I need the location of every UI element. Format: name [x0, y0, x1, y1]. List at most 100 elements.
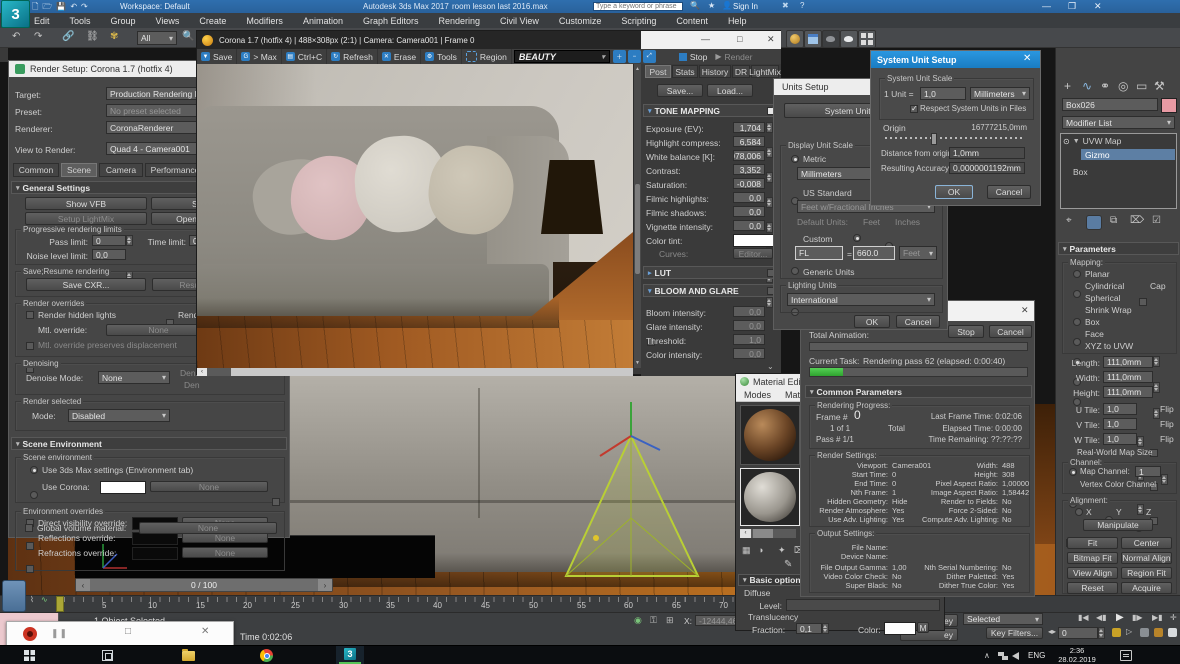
progress-cancel-button[interactable]: Cancel — [989, 325, 1032, 338]
key-mode-icon[interactable] — [1112, 628, 1121, 637]
level-field[interactable] — [786, 599, 940, 611]
menu-create[interactable]: Create — [189, 16, 236, 26]
object-color-swatch[interactable] — [1161, 98, 1177, 113]
bloom-intensity-field[interactable]: 0,0 — [733, 306, 765, 317]
vfb-close-button[interactable]: ✕ — [767, 34, 775, 45]
eyedropper-icon[interactable]: ✎ — [784, 560, 792, 570]
frame-spinner[interactable] — [1098, 627, 1105, 639]
menu-modes[interactable]: Modes — [744, 390, 771, 400]
rendered-frame-window-icon[interactable] — [804, 30, 822, 48]
mtl-override-checkbox[interactable] — [26, 342, 34, 350]
modify-tab-icon[interactable]: ∿ — [1082, 80, 1092, 92]
search-icon[interactable]: 🔍 — [690, 1, 700, 10]
v-tile-field[interactable]: 1,0 — [1103, 418, 1137, 430]
vfb-stop-button[interactable]: Stop — [674, 49, 712, 64]
map-channel-field[interactable]: 1 — [1135, 466, 1161, 477]
visibility-eye-icon[interactable]: ⊙ — [1063, 137, 1070, 146]
u-tile-field[interactable]: 1,0 — [1103, 403, 1137, 415]
play-icon[interactable]: ▶ — [1116, 613, 1124, 623]
system-unit-setup-dialog[interactable]: System Unit Setup ✕ System Unit Scale 1 … — [870, 50, 1041, 206]
custom-name-field[interactable]: FL — [795, 246, 843, 260]
menu-help[interactable]: Help — [718, 16, 757, 26]
close-button[interactable]: ✕ — [1094, 1, 1102, 12]
prev-frame-icon[interactable]: ◀▮ — [1096, 614, 1107, 622]
record-icon[interactable] — [23, 627, 37, 641]
height-spinner[interactable] — [1153, 408, 1160, 419]
menu-civil-view[interactable]: Civil View — [490, 16, 549, 26]
vfb-save-button[interactable]: ▼ Save — [197, 49, 238, 64]
menu-animation[interactable]: Animation — [293, 16, 353, 26]
saturation-field[interactable]: -0,008 — [733, 178, 765, 189]
system-unit-cancel-button[interactable]: Cancel — [987, 185, 1031, 199]
lut-rollout[interactable]: ▸ LUT — [643, 266, 779, 279]
menu-group[interactable]: Group — [101, 16, 146, 26]
undo-icon[interactable]: ↶ — [12, 32, 20, 42]
menu-views[interactable]: Views — [146, 16, 190, 26]
stack-item-uvw-map[interactable]: ⊙ ▼ UVW Map — [1063, 136, 1121, 146]
expand-arrow-icon[interactable]: ▼ — [1073, 138, 1080, 145]
exchange-icon[interactable]: ✖ — [782, 1, 789, 10]
screen-recorder-window[interactable]: ❚❚ □ ✕ — [6, 621, 234, 647]
refractions-swatch[interactable] — [132, 547, 178, 560]
spherical-radio[interactable] — [1073, 318, 1081, 326]
coordinate-grid-icon[interactable]: ⊞ — [666, 615, 674, 626]
menu-rendering[interactable]: Rendering — [429, 16, 491, 26]
width-field[interactable]: 111,0mm — [1103, 371, 1153, 383]
reflections-checkbox[interactable] — [26, 542, 34, 550]
bloom-glare-rollout[interactable]: ▾ BLOOM AND GLARE — [643, 284, 779, 297]
state-sets-icon[interactable] — [858, 30, 876, 48]
expand-corner-icon[interactable] — [1168, 628, 1177, 637]
vfb-horizontal-scrollbar[interactable]: ‹ — [197, 368, 633, 376]
multi-user-icon[interactable] — [1140, 628, 1149, 637]
make-unique-stack-icon[interactable]: ⧉ — [1110, 216, 1117, 226]
chrome-icon[interactable] — [260, 649, 273, 662]
fit-button[interactable]: Fit — [1067, 537, 1118, 549]
tone-save-button[interactable]: Save... — [657, 84, 703, 97]
recorder-minimize-icon[interactable]: □ — [125, 626, 131, 637]
origin-slider-handle[interactable] — [931, 133, 937, 145]
panel-scroll-down-icon[interactable]: ⌄ — [767, 362, 774, 371]
task-view-icon[interactable] — [102, 650, 113, 661]
pass-limit-field[interactable]: 0 — [92, 235, 126, 246]
vfb-minimize-button[interactable]: — — [701, 34, 710, 44]
accuracy-field[interactable]: 0,0000001192mm — [949, 162, 1025, 174]
global-volume-checkbox[interactable] — [25, 524, 33, 532]
save-cxr-button[interactable]: Save CXR... — [26, 278, 146, 291]
normal-align-button[interactable]: Normal Align — [1121, 552, 1172, 564]
motion-tab-icon[interactable]: ◎ — [1118, 80, 1128, 92]
unlink-icon[interactable]: ⛓ — [86, 32, 99, 42]
curves-editor-button[interactable]: Editor... — [733, 248, 773, 259]
exposure-field[interactable]: 1,704 — [733, 122, 765, 133]
pause-icon[interactable]: ❚❚ — [51, 628, 68, 639]
menu-scripting[interactable]: Scripting — [611, 16, 666, 26]
render-pass-dropdown[interactable]: BEAUTY ▾ — [513, 50, 610, 63]
menu-content[interactable]: Content — [666, 16, 718, 26]
clock[interactable]: 2:36 28.02.2019 — [1052, 646, 1102, 664]
unit-type-dropdown[interactable]: Millimeters — [970, 87, 1030, 100]
translucency-color-swatch[interactable] — [884, 622, 916, 635]
cap-checkbox[interactable] — [1139, 298, 1147, 306]
manipulate-button[interactable]: Manipulate — [1083, 519, 1153, 531]
add-time-tag-icon[interactable]: ✛ — [1170, 614, 1177, 622]
trackbar-filter-icon[interactable]: ⌇ — [30, 596, 34, 604]
next-frame-icon[interactable]: ▮▶ — [1132, 614, 1143, 622]
render-production-icon[interactable] — [822, 30, 840, 48]
zoom-reset-icon[interactable]: ⤢ — [642, 50, 656, 63]
material-slot-2[interactable] — [740, 468, 800, 526]
bind-spacewarp-icon[interactable]: ✾ — [110, 32, 118, 42]
language-indicator[interactable]: ENG — [1028, 651, 1045, 660]
saturation-spinner[interactable] — [766, 222, 773, 233]
w-tile-field[interactable]: 1,0 — [1103, 433, 1137, 445]
vfb-region-button[interactable]: Region — [461, 49, 512, 64]
fraction-field[interactable]: 0,1 — [796, 623, 822, 634]
select-by-name-icon[interactable]: 🔍 — [182, 32, 194, 42]
length-spinner[interactable] — [1153, 356, 1160, 367]
prev-key-icon[interactable]: ◂▸ — [1048, 628, 1056, 636]
hierarchy-tab-icon[interactable]: ⚭ — [1100, 80, 1110, 92]
utilities-tab-icon[interactable]: ⚒ — [1154, 80, 1165, 92]
render-iterative-icon[interactable] — [840, 30, 858, 48]
refractions-none-button[interactable]: None — [182, 547, 268, 558]
vfb-vertical-scrollbar[interactable]: ▲ ▼ — [633, 64, 641, 368]
user-icon[interactable]: 👤 — [722, 1, 732, 10]
vfb-tab-lightmix[interactable]: LightMix — [749, 65, 781, 78]
